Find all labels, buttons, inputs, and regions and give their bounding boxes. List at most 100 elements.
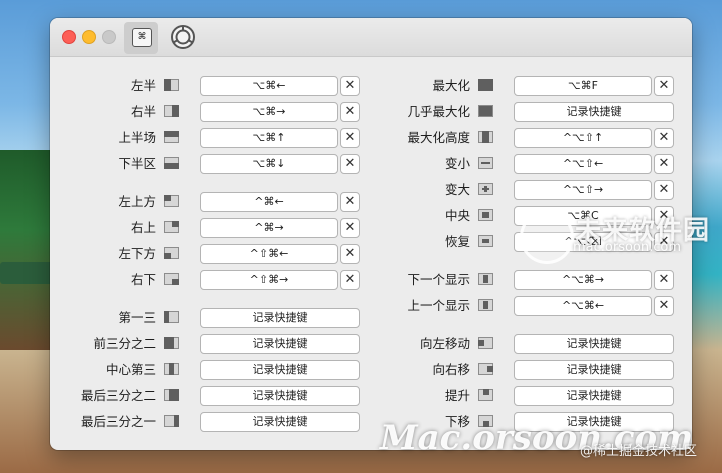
move-left-icon xyxy=(478,337,493,349)
previous-display-icon xyxy=(478,299,493,311)
shortcut-label: 最大化高度 xyxy=(407,130,470,145)
record-shortcut-button[interactable]: 记录快捷键 xyxy=(200,334,360,354)
watermark-logo xyxy=(520,210,574,264)
wallpaper-foliage xyxy=(0,150,52,350)
clear-shortcut-button[interactable]: ✕ xyxy=(340,244,360,264)
settings-tab[interactable] xyxy=(170,24,196,50)
zoom-window-button[interactable] xyxy=(102,30,116,44)
shortcut-row: 左下方 ^⇧⌘← ✕ xyxy=(52,244,362,264)
shortcut-recorder-field[interactable]: ^⌥⌘→ xyxy=(514,270,652,290)
shortcut-label: 上半场 xyxy=(118,130,156,145)
clear-shortcut-button[interactable]: ✕ xyxy=(654,154,674,174)
shortcut-recorder-field[interactable]: ⌥⌘↑ xyxy=(200,128,338,148)
shortcut-label: 变小 xyxy=(444,156,470,171)
shortcut-label: 中心第三 xyxy=(105,362,156,377)
clear-shortcut-button[interactable]: ✕ xyxy=(654,128,674,148)
record-shortcut-button[interactable]: 记录快捷键 xyxy=(200,360,360,380)
center-third-icon xyxy=(164,363,179,375)
center-icon xyxy=(478,209,493,221)
shortcut-recorder-field[interactable]: ⌥⌘← xyxy=(200,76,338,96)
last-third-icon xyxy=(164,415,179,427)
shortcut-row: 中心第三 记录快捷键 xyxy=(52,360,362,380)
shortcut-recorder-field[interactable]: ^⌥⇧↑ xyxy=(514,128,652,148)
shortcuts-tab[interactable]: ⌘ xyxy=(124,22,158,54)
shortcut-row: 向左移动 记录快捷键 xyxy=(380,334,690,354)
bottom-left-icon xyxy=(164,247,179,259)
close-window-button[interactable] xyxy=(62,30,76,44)
shortcut-row: 右下 ^⇧⌘→ ✕ xyxy=(52,270,362,290)
shortcut-label: 第一三 xyxy=(118,310,156,325)
shortcut-label: 向左移动 xyxy=(419,336,470,351)
shortcut-recorder-field[interactable]: ^⌘← xyxy=(200,192,338,212)
shortcut-row: 下一个显示 ^⌥⌘→ ✕ xyxy=(380,270,690,290)
record-shortcut-button[interactable]: 记录快捷键 xyxy=(200,412,360,432)
record-shortcut-button[interactable]: 记录快捷键 xyxy=(200,308,360,328)
shortcut-label: 最大化 xyxy=(432,78,470,93)
clear-shortcut-button[interactable]: ✕ xyxy=(654,76,674,96)
shortcut-recorder-field[interactable]: ⌥⌘↓ xyxy=(200,154,338,174)
record-shortcut-button[interactable]: 记录快捷键 xyxy=(514,360,674,380)
record-shortcut-button[interactable]: 记录快捷键 xyxy=(200,386,360,406)
shortcut-label: 右下 xyxy=(130,272,156,287)
clear-shortcut-button[interactable]: ✕ xyxy=(340,154,360,174)
clear-shortcut-button[interactable]: ✕ xyxy=(340,192,360,212)
clear-shortcut-button[interactable]: ✕ xyxy=(340,270,360,290)
shortcut-row: 变大 ^⌥⇧→ ✕ xyxy=(380,180,690,200)
shortcut-recorder-field[interactable]: ^⌥⌘← xyxy=(514,296,652,316)
shortcut-recorder-field[interactable]: ^⇧⌘← xyxy=(200,244,338,264)
left-half-icon xyxy=(164,79,179,91)
shortcut-label: 下半区 xyxy=(118,156,156,171)
shortcut-label: 最后三分之一 xyxy=(80,414,156,429)
shortcut-row: 最后三分之二 记录快捷键 xyxy=(52,386,362,406)
shortcut-row: 几乎最大化 记录快捷键 xyxy=(380,102,690,122)
clear-shortcut-button[interactable]: ✕ xyxy=(654,270,674,290)
clear-shortcut-button[interactable]: ✕ xyxy=(654,180,674,200)
clear-shortcut-button[interactable]: ✕ xyxy=(340,76,360,96)
shortcut-recorder-field[interactable]: ^⌥⇧← xyxy=(514,154,652,174)
clear-shortcut-button[interactable]: ✕ xyxy=(340,102,360,122)
bottom-right-icon xyxy=(164,273,179,285)
watermark-site: mac.orsoon.com xyxy=(573,240,682,255)
last-two-thirds-icon xyxy=(164,389,179,401)
shortcut-label: 几乎最大化 xyxy=(407,104,470,119)
first-third-icon xyxy=(164,311,179,323)
shortcut-row: 第一三 记录快捷键 xyxy=(52,308,362,328)
right-half-icon xyxy=(164,105,179,117)
clear-shortcut-button[interactable]: ✕ xyxy=(340,218,360,238)
almost-maximize-icon xyxy=(478,105,493,117)
shortcut-recorder-field[interactable]: ^⌥⇧→ xyxy=(514,180,652,200)
shortcut-recorder-field[interactable]: ⌥⌘→ xyxy=(200,102,338,122)
shortcut-label: 提升 xyxy=(444,388,470,403)
minimize-window-button[interactable] xyxy=(82,30,96,44)
shortcut-recorder-field[interactable]: ^⌘→ xyxy=(200,218,338,238)
top-right-icon xyxy=(164,221,179,233)
move-right-icon xyxy=(478,363,493,375)
next-display-icon xyxy=(478,273,493,285)
shortcut-recorder-field[interactable]: ⌥⌘F xyxy=(514,76,652,96)
gear-icon xyxy=(171,25,195,49)
smaller-icon xyxy=(478,157,493,169)
clear-shortcut-button[interactable]: ✕ xyxy=(340,128,360,148)
shortcut-row: 最大化 ⌥⌘F ✕ xyxy=(380,76,690,96)
shortcut-label: 恢复 xyxy=(444,234,470,249)
bottom-half-icon xyxy=(164,157,179,169)
move-up-icon xyxy=(478,389,493,401)
record-shortcut-button[interactable]: 记录快捷键 xyxy=(514,386,674,406)
shortcut-row: 提升 记录快捷键 xyxy=(380,386,690,406)
larger-icon xyxy=(478,183,493,195)
shortcut-recorder-field[interactable]: ^⇧⌘→ xyxy=(200,270,338,290)
shortcut-row: 上一个显示 ^⌥⌘← ✕ xyxy=(380,296,690,316)
shortcut-label: 前三分之二 xyxy=(93,336,156,351)
record-shortcut-button[interactable]: 记录快捷键 xyxy=(514,334,674,354)
shortcut-row: 左上方 ^⌘← ✕ xyxy=(52,192,362,212)
top-left-icon xyxy=(164,195,179,207)
top-half-icon xyxy=(164,131,179,143)
maximize-height-icon xyxy=(478,131,493,143)
shortcut-row: 上半场 ⌥⌘↑ ✕ xyxy=(52,128,362,148)
clear-shortcut-button[interactable]: ✕ xyxy=(654,296,674,316)
shortcut-label: 右半 xyxy=(130,104,156,119)
shortcut-label: 左下方 xyxy=(118,246,156,261)
record-shortcut-button[interactable]: 记录快捷键 xyxy=(514,102,674,122)
titlebar: ⌘ xyxy=(50,18,692,57)
shortcut-row: 最后三分之一 记录快捷键 xyxy=(52,412,362,432)
